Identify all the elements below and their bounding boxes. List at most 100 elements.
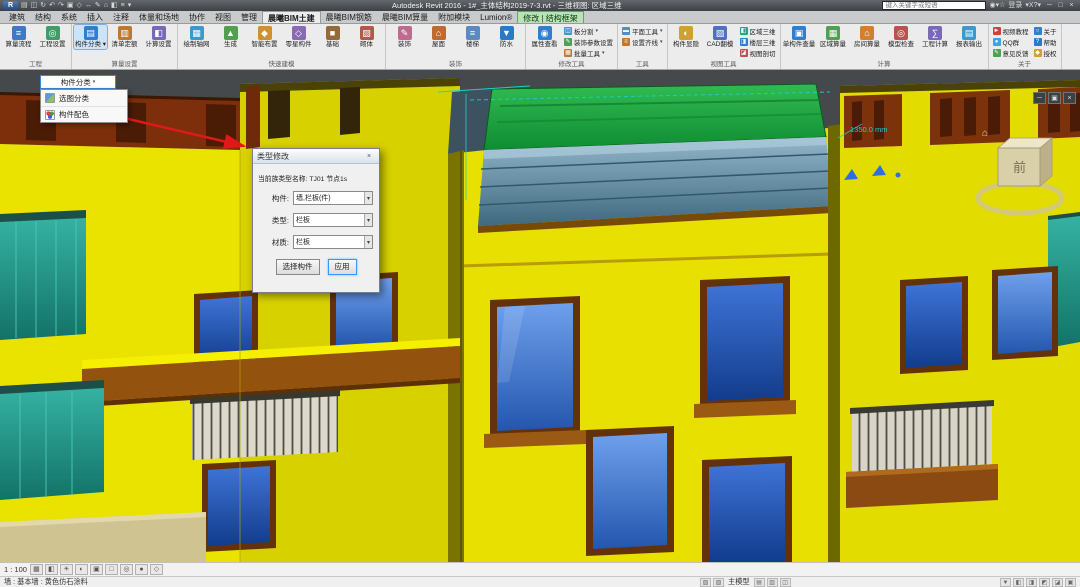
ribbon-button[interactable]: ≡算量流程 — [2, 25, 35, 49]
ribbon-button[interactable]: ◪视图剖切 — [738, 48, 778, 58]
ribbon-button[interactable]: ≡设置齐线▾ — [620, 37, 665, 47]
ribbon-tab[interactable]: 晨曦BIM土建 — [262, 11, 321, 23]
ribbon-button[interactable]: ⌂屋面 — [422, 25, 455, 49]
search-input[interactable] — [882, 1, 986, 10]
balcony-railing[interactable] — [190, 390, 340, 460]
ribbon-button[interactable]: ▦批量工具▾ — [562, 48, 615, 58]
revit-app-button[interactable]: R — [3, 1, 18, 10]
minimize-icon[interactable]: ─ — [1044, 1, 1055, 11]
ribbon-button[interactable]: ◎工程设置 — [36, 25, 69, 49]
measure-icon[interactable]: ◇ — [77, 1, 82, 11]
ribbon-button[interactable]: ◧区域三维 — [738, 26, 778, 36]
window[interactable] — [202, 460, 276, 552]
glass-balcony-panel[interactable] — [0, 388, 104, 500]
open-file-icon[interactable]: ▤ — [21, 1, 28, 11]
ribbon-button[interactable]: ◐构件显隐 — [670, 25, 703, 49]
worksets-icon[interactable]: ▧ — [700, 578, 711, 587]
component-classify-split-button[interactable]: 构件分类▾ — [40, 75, 116, 89]
ribbon-button[interactable]: ▤报表输出 — [953, 25, 986, 49]
balcony-railing[interactable] — [850, 400, 994, 472]
ribbon-button[interactable]: ▬平面工具▾ — [620, 26, 665, 36]
undo-icon[interactable]: ↶ — [49, 1, 55, 11]
ribbon-tab[interactable]: 视图 — [210, 11, 236, 23]
select-by-face-icon[interactable]: ◪ — [1052, 578, 1063, 587]
dialog-title-bar[interactable]: 类型修改 × — [253, 149, 379, 164]
ribbon-button[interactable]: ◆智能布置 — [248, 25, 281, 49]
reveal-hidden-icon[interactable]: ● — [135, 564, 148, 575]
ribbon-button[interactable]: ○关于 — [1032, 26, 1059, 36]
crop-view-icon[interactable]: ▣ — [90, 564, 103, 575]
building-center[interactable] — [438, 84, 832, 562]
dialog-combobox[interactable]: 墙,栏板(件)▾ — [293, 191, 373, 205]
editable-only-icon[interactable]: ▨ — [713, 578, 724, 587]
ribbon-tab[interactable]: 注释 — [108, 11, 134, 23]
temporary-view-properties-icon[interactable]: ◇ — [150, 564, 163, 575]
ribbon-button[interactable]: ◨楼层三维 — [738, 37, 778, 47]
ribbon-button[interactable]: ?帮助 — [1032, 37, 1059, 47]
ribbon-button[interactable]: ▦区域算量 — [817, 25, 850, 49]
ribbon-button[interactable]: ▧CAD翻模 — [704, 25, 737, 49]
help-dropdown-icon[interactable]: ▾ — [1037, 2, 1041, 9]
select-links-icon[interactable]: ◧ — [1013, 578, 1024, 587]
visual-style-icon[interactable]: ◧ — [45, 564, 58, 575]
menu-item[interactable]: 选图分类 — [41, 90, 127, 106]
3d-view-canvas[interactable]: 1350.0 mm — [0, 70, 1080, 562]
show-crop-region-icon[interactable]: □ — [105, 564, 118, 575]
ribbon-button[interactable]: ■基础 — [316, 25, 349, 49]
window[interactable] — [694, 276, 796, 418]
qat-dropdown-icon[interactable]: ▾ — [128, 1, 132, 11]
ribbon-button[interactable]: ●QQ群 — [991, 37, 1031, 47]
window[interactable] — [484, 296, 586, 448]
dialog-button[interactable]: 选择构件 — [276, 259, 320, 275]
ribbon-button[interactable]: ▦绘制轴网 — [180, 25, 213, 49]
sun-path-icon[interactable]: ☀ — [60, 564, 73, 575]
shadows-icon[interactable]: ◐ — [75, 564, 88, 575]
ribbon-button[interactable]: ⌂房间算量 — [851, 25, 884, 49]
exclude-options-icon[interactable]: ▤ — [754, 578, 765, 587]
view-restore-icon[interactable]: ▣ — [1048, 92, 1061, 104]
background-process-icon[interactable]: ◫ — [780, 578, 791, 587]
scale-button[interactable]: 1 : 100 — [4, 565, 27, 574]
ribbon-tab[interactable]: 建筑 — [4, 11, 30, 23]
print-icon[interactable]: ▣ — [67, 1, 74, 11]
select-underlay-icon[interactable]: ◨ — [1026, 578, 1037, 587]
drawing-area[interactable]: 1350.0 mm — [0, 70, 1080, 562]
window[interactable] — [900, 276, 968, 374]
filter-icon[interactable]: ▼ — [1000, 578, 1011, 587]
text-note-icon[interactable]: ✎ — [95, 1, 101, 11]
signin-label[interactable]: 登录 — [1008, 1, 1022, 11]
ribbon-button[interactable]: ▼防水 — [490, 25, 523, 49]
ribbon-tab[interactable]: 协作 — [184, 11, 210, 23]
ribbon-button[interactable]: ▣单构件查量 — [783, 25, 816, 49]
sync-icon[interactable]: ↻ — [40, 1, 46, 11]
dialog-close-icon[interactable]: × — [363, 153, 375, 160]
press-drag-icon[interactable]: ▥ — [767, 578, 778, 587]
menu-item[interactable]: 构件配色 — [41, 106, 127, 122]
window[interactable] — [992, 266, 1058, 360]
thin-lines-icon[interactable]: ≡ — [121, 1, 125, 11]
view-close-icon[interactable]: × — [1063, 92, 1076, 104]
default-3d-view-icon[interactable]: ⌂ — [104, 1, 108, 11]
maximize-icon[interactable]: □ — [1055, 1, 1066, 11]
ribbon-tab[interactable]: 管理 — [236, 11, 262, 23]
ribbon-button[interactable]: ▥清单定额 — [108, 25, 141, 49]
ribbon-button[interactable]: ◫板分割▾ — [562, 26, 615, 36]
ribbon-tab[interactable]: 结构 — [30, 11, 56, 23]
ribbon-button[interactable]: ◉属性查看 — [528, 25, 561, 49]
ribbon-tab[interactable]: 插入 — [82, 11, 108, 23]
drag-on-selection-icon[interactable]: ▣ — [1065, 578, 1076, 587]
ribbon-button[interactable]: ►视频教程 — [991, 26, 1031, 36]
window[interactable] — [586, 426, 674, 556]
dialog-combobox[interactable]: 栏板▾ — [293, 213, 373, 227]
ribbon-button[interactable]: ◎模型检查 — [885, 25, 918, 49]
ribbon-button[interactable]: ≡楼梯 — [456, 25, 489, 49]
ribbon-tab[interactable]: 晨曦BIM钢筋 — [321, 11, 377, 23]
viewcube-front-face-label[interactable]: 前 — [1013, 160, 1026, 175]
ribbon-button[interactable]: ◧计算设置 — [142, 25, 175, 49]
ribbon-button[interactable]: ✎意见反馈 — [991, 48, 1031, 58]
view-minimize-icon[interactable]: ─ — [1033, 92, 1046, 104]
ribbon-button[interactable]: ✎装饰 — [388, 25, 421, 49]
detail-level-icon[interactable]: ▦ — [30, 564, 43, 575]
ribbon-button[interactable]: ∑工程计算 — [919, 25, 952, 49]
glass-balcony-panel[interactable] — [0, 218, 86, 340]
